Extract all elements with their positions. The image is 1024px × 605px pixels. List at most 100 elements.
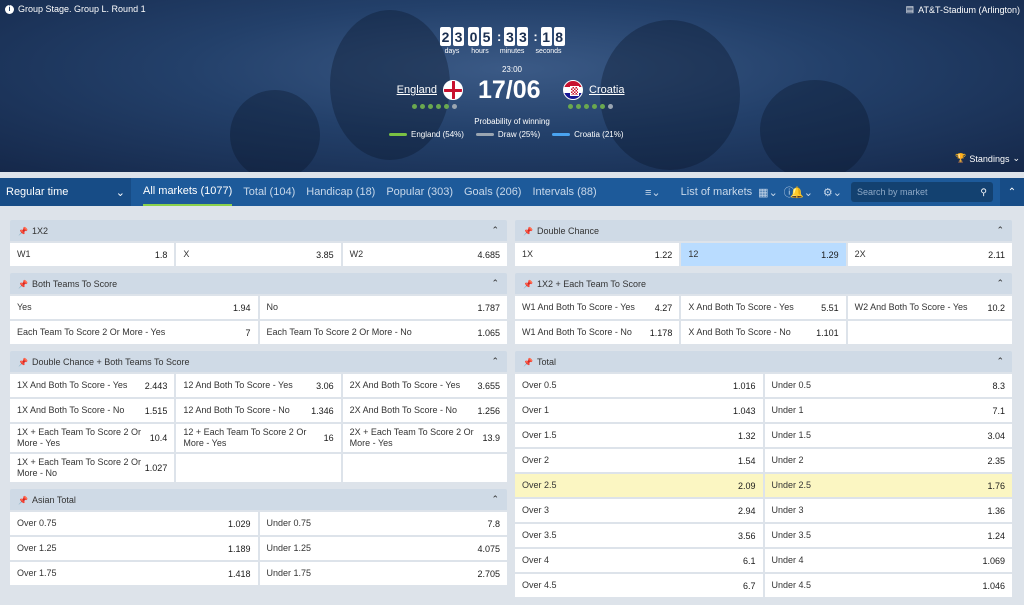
period-select[interactable]: Regular time ⌄ xyxy=(0,178,131,206)
odds-cell[interactable]: Over 0.75 1.029 xyxy=(10,512,258,535)
pin-icon[interactable]: 📌 xyxy=(18,358,28,367)
standings-button[interactable]: 🏆 Standings ⌄ xyxy=(955,153,1020,164)
market-header[interactable]: 📌 Double Chance ⌃ xyxy=(515,220,1012,241)
odds-cell[interactable]: 2X 2.11 xyxy=(847,243,1012,266)
chevron-up-icon[interactable]: ⌃ xyxy=(996,225,1004,236)
bell-icon[interactable]: 🔔⌄ xyxy=(790,186,813,199)
chevron-up-icon[interactable]: ⌃ xyxy=(491,494,499,505)
odds-cell[interactable]: X And Both To Score - Yes 5.51 xyxy=(681,296,846,319)
odds-cell[interactable]: Over 4 6.1 xyxy=(515,549,763,572)
odds-cell[interactable]: Under 1 7.1 xyxy=(764,399,1012,422)
odds-cell[interactable]: Yes 1.94 xyxy=(10,296,258,319)
odds-cell[interactable]: Under 3 1.36 xyxy=(764,499,1012,522)
odds-value: 1.54 xyxy=(737,455,756,466)
market-header[interactable]: 📌 Both Teams To Score ⌃ xyxy=(10,273,507,294)
pin-icon[interactable]: 📌 xyxy=(18,496,28,505)
odds-cell[interactable]: W2 4.685 xyxy=(342,243,507,266)
odds-cell[interactable]: 12 + Each Team To Score 2 Or More - Yes 1… xyxy=(176,424,341,452)
odds-cell[interactable]: Under 2.5 1.76 xyxy=(764,474,1012,497)
tab-market-2[interactable]: Handicap (18) xyxy=(306,178,375,206)
odds-cell[interactable]: X 3.85 xyxy=(176,243,341,266)
market-header[interactable]: 📌 1X2 + Each Team To Score ⌃ xyxy=(515,273,1012,294)
odds-cell[interactable]: Each Team To Score 2 Or More - Yes 7 xyxy=(10,321,258,344)
chevron-up-icon[interactable]: ⌃ xyxy=(491,225,499,236)
odds-cell[interactable]: Over 4.5 6.7 xyxy=(515,574,763,597)
list-menu-icon[interactable]: ≡⌄ xyxy=(645,186,661,199)
odds-label: W1 And Both To Score - No xyxy=(522,327,632,337)
odds-cell[interactable]: Over 1.5 1.32 xyxy=(515,424,763,447)
chevron-up-icon[interactable]: ⌃ xyxy=(491,278,499,289)
odds-cell[interactable]: Over 3 2.94 xyxy=(515,499,763,522)
odds-cell[interactable]: Under 4 1.069 xyxy=(764,549,1012,572)
market-header[interactable]: 📌 Total ⌃ xyxy=(515,351,1012,372)
odds-cell[interactable]: X And Both To Score - No 1.101 xyxy=(681,321,846,344)
team2[interactable]: Croatia xyxy=(563,80,624,100)
countdown-digit: 3 xyxy=(453,27,464,46)
odds-cell[interactable]: 1X 1.22 xyxy=(515,243,680,266)
odds-cell[interactable]: Over 1.75 1.418 xyxy=(10,562,258,585)
odds-cell[interactable]: W1 1.8 xyxy=(10,243,175,266)
odds-cell[interactable]: Over 3.5 3.56 xyxy=(515,524,763,547)
odds-cell[interactable]: Over 2.5 2.09 xyxy=(515,474,763,497)
tab-market-0[interactable]: All markets (1077) xyxy=(143,178,233,206)
team1[interactable]: England xyxy=(397,80,463,100)
chevron-up-icon[interactable]: ⌃ xyxy=(996,356,1004,367)
odds-cell[interactable]: Over 1 1.043 xyxy=(515,399,763,422)
odds-cell[interactable]: 1X + Each Team To Score 2 Or More - Yes 1… xyxy=(10,424,175,452)
tab-market-3[interactable]: Popular (303) xyxy=(386,178,453,206)
market-header[interactable]: 📌 Double Chance + Both Teams To Score ⌃ xyxy=(10,351,507,372)
chevron-up-icon[interactable]: ⌃ xyxy=(491,356,499,367)
odds-cell[interactable]: Under 1.75 2.705 xyxy=(259,562,507,585)
odds-label: Under 0.75 xyxy=(266,518,312,528)
market-header[interactable]: 📌 Asian Total ⌃ xyxy=(10,489,507,510)
grid-view-icon[interactable]: ▦⌄ xyxy=(758,186,778,199)
pin-icon[interactable]: 📌 xyxy=(18,280,28,289)
tab-market-1[interactable]: Total (104) xyxy=(243,178,295,206)
odds-cell[interactable]: W1 And Both To Score - No 1.178 xyxy=(515,321,680,344)
team2-name[interactable]: Croatia xyxy=(589,84,624,96)
odds-cell[interactable]: 1X + Each Team To Score 2 Or More - No 1.… xyxy=(10,454,175,482)
odds-cell[interactable]: Under 4.5 1.046 xyxy=(764,574,1012,597)
odds-cell[interactable]: Under 1.25 4.075 xyxy=(259,537,507,560)
odds-cell[interactable]: 12 And Both To Score - No 1.346 xyxy=(176,399,341,422)
odds-cell[interactable]: Over 2 1.54 xyxy=(515,449,763,472)
countdown-digit: 0 xyxy=(468,27,479,46)
odds-cell[interactable]: W2 And Both To Score - Yes 10.2 xyxy=(847,296,1012,319)
tab-market-5[interactable]: Intervals (88) xyxy=(532,178,596,206)
pin-icon[interactable]: 📌 xyxy=(523,358,533,367)
odds-cell[interactable]: No 1.787 xyxy=(259,296,507,319)
odds-cell[interactable]: 12 And Both To Score - Yes 3.06 xyxy=(176,374,341,397)
odds-cell[interactable]: Under 1.5 3.04 xyxy=(764,424,1012,447)
odds-cell[interactable]: Under 3.5 1.24 xyxy=(764,524,1012,547)
team1-name[interactable]: England xyxy=(397,84,437,96)
chevron-up-icon[interactable]: ⌃ xyxy=(996,278,1004,289)
odds-cell[interactable]: Over 0.5 1.016 xyxy=(515,374,763,397)
odds-cell[interactable]: 2X + Each Team To Score 2 Or More - Yes 1… xyxy=(342,424,507,452)
search-input[interactable]: Search by market ⚲ xyxy=(851,182,993,202)
odds-cell[interactable]: Over 1.25 1.189 xyxy=(10,537,258,560)
list-of-markets-link[interactable]: List of markets xyxy=(681,186,753,198)
odds-cell[interactable]: Under 0.5 8.3 xyxy=(764,374,1012,397)
odds-cell[interactable]: 2X And Both To Score - No 1.256 xyxy=(342,399,507,422)
odds-cell[interactable]: 12 1.29 xyxy=(681,243,846,266)
odds-cell[interactable]: 2X And Both To Score - Yes 3.655 xyxy=(342,374,507,397)
gear-icon[interactable]: ⚙⌄ xyxy=(823,186,842,199)
tab-market-4[interactable]: Goals (206) xyxy=(464,178,521,206)
odds-value: 1.418 xyxy=(227,568,251,579)
market-title-wrap: 📌 Both Teams To Score xyxy=(18,279,117,289)
odds-value: 1.29 xyxy=(821,249,839,260)
market-title-wrap: 📌 Total xyxy=(523,357,556,367)
odds-cell[interactable]: Under 0.75 7.8 xyxy=(259,512,507,535)
odds-cell[interactable]: Each Team To Score 2 Or More - No 1.065 xyxy=(259,321,507,344)
odds-cell[interactable]: 1X And Both To Score - Yes 2.443 xyxy=(10,374,175,397)
pin-icon[interactable]: 📌 xyxy=(523,227,533,236)
colon: : xyxy=(533,29,538,44)
odds-cell[interactable]: Under 2 2.35 xyxy=(764,449,1012,472)
market-header[interactable]: 📌 1X2 ⌃ xyxy=(10,220,507,241)
odds-cell[interactable]: 1X And Both To Score - No 1.515 xyxy=(10,399,175,422)
odds-label: X And Both To Score - No xyxy=(688,327,791,337)
collapse-all-icon[interactable]: ⌃ xyxy=(1000,178,1024,206)
odds-cell[interactable]: W1 And Both To Score - Yes 4.27 xyxy=(515,296,680,319)
pin-icon[interactable]: 📌 xyxy=(18,227,28,236)
pin-icon[interactable]: 📌 xyxy=(523,280,533,289)
